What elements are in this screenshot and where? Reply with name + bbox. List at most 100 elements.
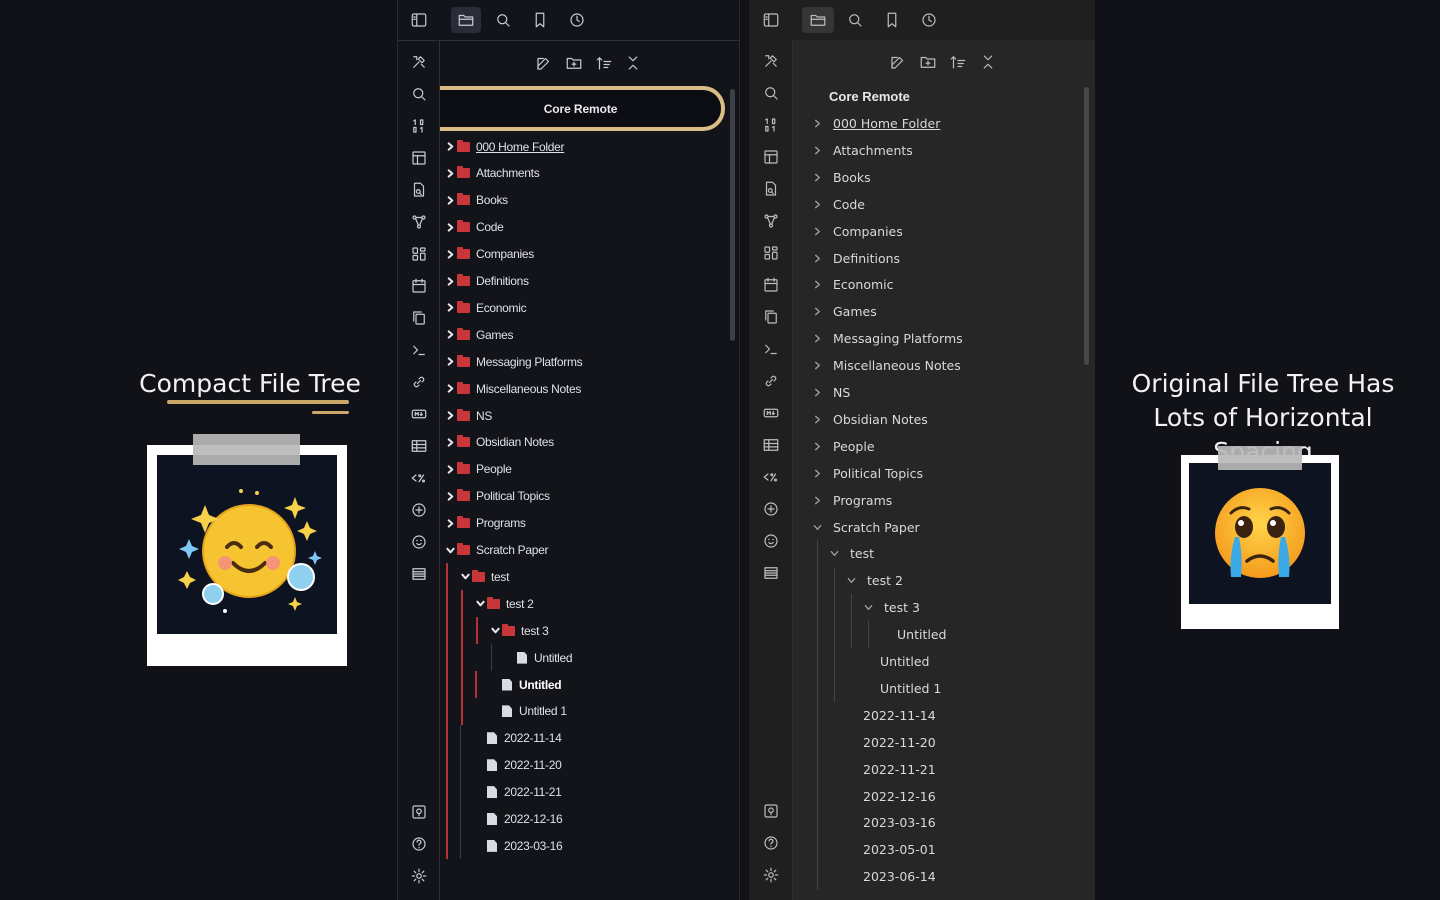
chevron-right-icon[interactable]	[811, 387, 823, 399]
tree-folder[interactable]: 000 Home Folder	[811, 110, 940, 137]
chevron-down-icon[interactable]	[811, 521, 823, 533]
tree-folder[interactable]: test 2	[475, 590, 534, 617]
chevron-right-icon[interactable]	[811, 494, 823, 506]
file-search-icon[interactable]	[759, 177, 783, 201]
bookmark-icon[interactable]	[877, 7, 907, 33]
percent-code-icon[interactable]	[759, 465, 783, 489]
tree-file[interactable]: 2022-11-20	[487, 752, 562, 779]
tree-folder[interactable]: Messaging Platforms	[445, 348, 583, 375]
lines-icon[interactable]	[407, 562, 431, 586]
collapse-all-icon[interactable]	[976, 50, 1000, 74]
files-icon[interactable]	[802, 7, 834, 33]
tree-folder[interactable]: People	[445, 456, 512, 483]
tree-folder[interactable]: NS	[445, 402, 492, 429]
tree-folder[interactable]: Miscellaneous Notes	[811, 352, 961, 379]
scrollbar[interactable]	[730, 89, 735, 341]
plus-circle-icon[interactable]	[759, 497, 783, 521]
chevron-right-icon[interactable]	[811, 198, 823, 210]
tree-folder[interactable]: 000 Home Folder	[445, 133, 565, 160]
sort-icon[interactable]	[946, 50, 970, 74]
tree-folder[interactable]: Obsidian Notes	[811, 406, 928, 433]
chevron-right-icon[interactable]	[445, 141, 455, 153]
new-note-icon[interactable]	[532, 51, 556, 75]
tree-folder[interactable]: Attachments	[811, 137, 913, 164]
tree-file[interactable]: 2023-03-16	[863, 809, 936, 836]
new-folder-icon[interactable]	[916, 50, 940, 74]
help-icon[interactable]	[407, 832, 431, 856]
tree-file[interactable]: 2022-12-16	[487, 806, 563, 833]
chevron-right-icon[interactable]	[811, 118, 823, 130]
tree-file[interactable]: Untitled	[880, 648, 929, 675]
tree-folder[interactable]: Definitions	[811, 245, 900, 272]
tree-folder[interactable]: Messaging Platforms	[811, 325, 963, 352]
sort-icon[interactable]	[592, 51, 616, 75]
tree-folder[interactable]: NS	[811, 379, 850, 406]
scrollbar[interactable]	[1084, 87, 1089, 365]
numbers-icon[interactable]	[759, 113, 783, 137]
markdown-icon[interactable]	[759, 401, 783, 425]
calendar-icon[interactable]	[407, 274, 431, 298]
chevron-right-icon[interactable]	[811, 333, 823, 345]
tree-folder[interactable]: Political Topics	[811, 460, 923, 487]
tree-file[interactable]: 2022-12-16	[863, 783, 936, 810]
layout-icon[interactable]	[407, 146, 431, 170]
new-note-icon[interactable]	[886, 50, 910, 74]
table-icon[interactable]	[759, 433, 783, 457]
tree-file[interactable]: Untitled 1	[502, 698, 567, 725]
tree-folder[interactable]: Definitions	[445, 268, 529, 295]
tree-file[interactable]: Untitled	[897, 621, 946, 648]
tree-file[interactable]: 2023-06-14	[863, 863, 936, 890]
chevron-right-icon[interactable]	[811, 413, 823, 425]
chevron-right-icon[interactable]	[811, 360, 823, 372]
tree-folder[interactable]: test	[460, 563, 509, 590]
chevron-right-icon[interactable]	[445, 410, 455, 422]
tree-folder[interactable]: Programs	[811, 487, 892, 514]
tree-folder[interactable]: Games	[811, 298, 877, 325]
tree-file[interactable]: 2022-11-21	[487, 779, 562, 806]
smile-icon[interactable]	[407, 530, 431, 554]
tree-folder[interactable]: Code	[445, 214, 504, 241]
tree-folder[interactable]: Companies	[445, 241, 534, 268]
tree-folder[interactable]: test	[828, 540, 874, 567]
tree-folder[interactable]: Scratch Paper	[445, 537, 548, 564]
search-icon[interactable]	[407, 82, 431, 106]
vault-name[interactable]: Core Remote	[440, 86, 725, 131]
chevron-right-icon[interactable]	[445, 517, 455, 529]
link-icon[interactable]	[407, 370, 431, 394]
tools-icon[interactable]	[407, 50, 431, 74]
chevron-right-icon[interactable]	[811, 440, 823, 452]
clock-icon[interactable]	[562, 7, 592, 33]
percent-code-icon[interactable]	[407, 466, 431, 490]
chevron-right-icon[interactable]	[811, 252, 823, 264]
copy-icon[interactable]	[759, 305, 783, 329]
tree-file[interactable]: 2023-03-16	[487, 832, 563, 859]
tree-file[interactable]: 2022-11-21	[863, 756, 936, 783]
chevron-down-icon[interactable]	[828, 548, 840, 560]
chevron-right-icon[interactable]	[445, 275, 455, 287]
chevron-right-icon[interactable]	[445, 436, 455, 448]
numbers-icon[interactable]	[407, 114, 431, 138]
new-folder-icon[interactable]	[562, 51, 586, 75]
tree-file[interactable]: 2022-11-14	[487, 725, 562, 752]
settings-icon[interactable]	[407, 864, 431, 888]
tree-folder[interactable]: Code	[811, 191, 865, 218]
table-icon[interactable]	[407, 434, 431, 458]
search-icon[interactable]	[759, 81, 783, 105]
tree-folder[interactable]: test 2	[845, 567, 903, 594]
vault-name[interactable]: Core Remote	[829, 89, 910, 104]
graph-icon[interactable]	[759, 209, 783, 233]
terminal-icon[interactable]	[407, 338, 431, 362]
tree-folder[interactable]: Books	[445, 187, 508, 214]
graph-icon[interactable]	[407, 210, 431, 234]
chevron-right-icon[interactable]	[811, 467, 823, 479]
chevron-right-icon[interactable]	[811, 225, 823, 237]
chevron-down-icon[interactable]	[845, 575, 857, 587]
file-search-icon[interactable]	[407, 178, 431, 202]
chevron-right-icon[interactable]	[811, 171, 823, 183]
clock-icon[interactable]	[914, 7, 944, 33]
tree-folder[interactable]: Obsidian Notes	[445, 429, 554, 456]
tree-folder[interactable]: Miscellaneous Notes	[445, 375, 581, 402]
link-icon[interactable]	[759, 369, 783, 393]
help-icon[interactable]	[759, 831, 783, 855]
chevron-right-icon[interactable]	[445, 356, 455, 368]
